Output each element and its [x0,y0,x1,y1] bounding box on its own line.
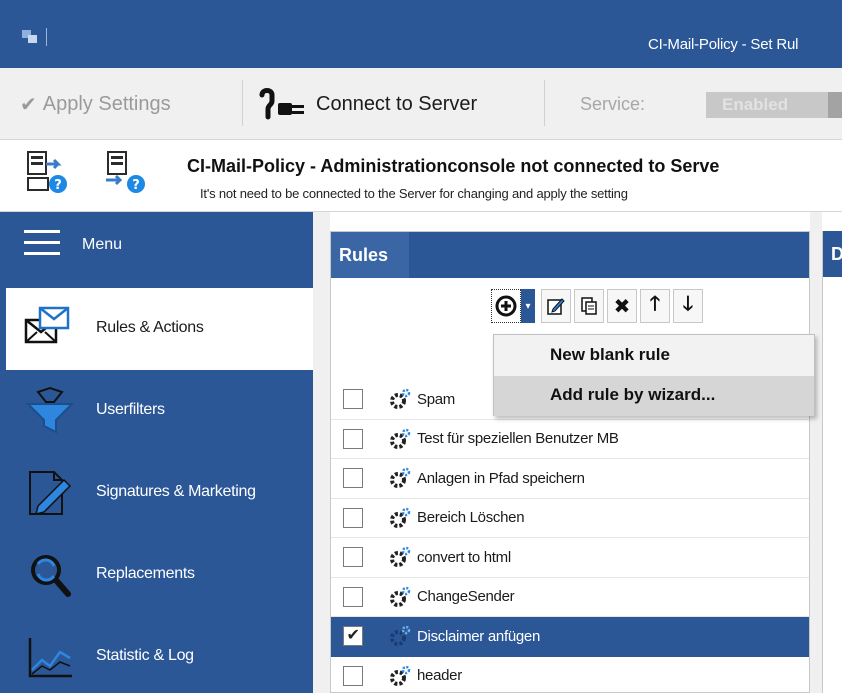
client-help-icon[interactable]: ? [102,150,146,194]
sidebar-item-label: Userfilters [96,401,165,418]
gear-icon [390,428,411,449]
sidebar-item-replacements[interactable]: Replacements [6,534,313,616]
svg-text:?: ? [54,178,62,193]
connect-to-server-button[interactable]: Connect to Server [258,88,477,120]
copy-rule-button[interactable] [574,289,604,323]
rule-name: Anlagen in Pfad speichern [417,469,585,487]
gear-icon [390,586,411,607]
rule-name: ChangeSender [417,588,515,606]
add-rule-dropdown-button[interactable]: ▾ [521,289,535,323]
sidebar-item-label: Replacements [96,565,195,582]
menu-item-add-rule-by-wizard[interactable]: Add rule by wizard... [494,376,814,416]
sidebar-item-label: Rules & Actions [96,319,204,336]
rule-checkbox[interactable] [343,428,363,449]
server-help-icon[interactable]: ? [24,150,68,194]
app-icon [22,30,37,43]
rule-row-anlagen[interactable]: Anlagen in Pfad speichern [331,459,809,499]
delete-rule-button[interactable]: ✖ [607,289,637,323]
rule-row-changesender[interactable]: ChangeSender [331,578,809,617]
toolbar-separator [242,80,243,126]
title-bar: CI-Mail-Policy - Set Rul [0,0,842,68]
signature-icon [29,471,72,516]
rule-row-bereich[interactable]: Bereich Löschen [331,499,809,538]
rule-checkbox[interactable] [343,586,363,607]
add-rule-dropdown-menu: New blank rule Add rule by wizard... [493,334,815,416]
gear-icon [390,547,411,568]
gear-icon [390,507,411,528]
rule-checkbox[interactable] [343,389,363,410]
window-title: CI-Mail-Policy - Set Rul [648,36,799,53]
rules-panel: Rules ▾ ✖ 🡑 🡓 Spam Test für speziellen B… [330,231,810,693]
rules-tab[interactable]: Rules [331,232,409,278]
sidebar-item-statistic-log[interactable]: Statistic & Log [6,616,313,693]
apply-settings-label: Apply Settings [42,92,171,115]
rule-checkbox[interactable] [343,665,363,686]
gear-icon [390,468,411,489]
edit-icon [547,298,565,315]
service-toggle-knob[interactable] [828,92,842,118]
apply-settings-button[interactable]: ✔ Apply Settings [20,92,171,116]
connection-status-subline: It's not need to be connected to the Ser… [200,186,628,201]
rule-checkbox-checked[interactable]: ✔ [343,626,363,647]
hamburger-icon [24,230,60,256]
sidebar-item-signatures-marketing[interactable]: Signatures & Marketing [6,452,313,534]
menu-toggle[interactable]: Menu [0,212,313,284]
panel-gutter [810,212,822,693]
title-separator [46,28,47,46]
details-panel-header: D [823,231,842,277]
rule-checkbox[interactable] [343,468,363,489]
plug-icon [259,88,304,120]
rule-name: Spam [417,390,455,408]
toolbar: ✔ Apply Settings Connect to Server Servi… [0,68,842,140]
gear-icon [390,665,411,686]
delete-icon: ✖ [613,295,631,318]
rule-name: header [417,667,462,685]
rule-name: convert to html [417,548,511,566]
toolbar-separator [544,80,545,126]
copy-icon [581,297,597,315]
sidebar: Menu Rules & Actions Userfilters Signatu… [0,212,313,693]
rule-name: Disclaimer anfügen [417,627,540,645]
menu-item-new-blank-rule[interactable]: New blank rule [494,336,814,376]
rule-row-test[interactable]: Test für speziellen Benutzer MB [331,420,809,459]
connection-info-bar: ? ? CI-Mail-Policy - Administrationconso… [0,140,842,212]
panel-gutter [313,212,330,693]
sidebar-item-label: Statistic & Log [96,647,194,664]
menu-label: Menu [82,236,123,253]
funnel-icon [25,386,75,434]
rule-checkbox[interactable] [343,547,363,568]
move-down-icon: 🡓 [682,293,694,315]
gear-icon [390,626,411,647]
edit-rule-button[interactable] [541,289,571,323]
move-rule-down-button[interactable]: 🡓 [673,289,703,323]
envelope-icon [24,306,70,344]
gear-icon [390,389,411,410]
connect-to-server-label: Connect to Server [316,92,478,115]
chart-icon [28,638,72,678]
rule-name: Bereich Löschen [417,509,525,527]
add-icon [495,295,517,317]
rule-row-header[interactable]: header [331,657,809,693]
rule-row-convert[interactable]: convert to html [331,538,809,578]
replace-search-icon [31,555,71,597]
rule-list: Spam Test für speziellen Benutzer MB Anl… [331,380,809,693]
rules-panel-header: Rules [331,232,809,278]
dropdown-arrow-icon: ▾ [525,300,531,312]
service-label: Service: [580,94,646,114]
rule-checkbox[interactable] [343,507,363,528]
move-up-icon: 🡑 [649,293,661,315]
details-panel: D [822,231,842,693]
svg-text:?: ? [132,178,140,193]
service-toggle[interactable]: Enabled [706,92,828,118]
sidebar-item-userfilters[interactable]: Userfilters [6,370,313,452]
rules-toolbar: ▾ ✖ 🡑 🡓 [491,289,706,325]
sidebar-item-label: Signatures & Marketing [96,483,256,500]
rule-row-disclaimer[interactable]: ✔ Disclaimer anfügen [331,617,809,657]
connection-status-headline: CI-Mail-Policy - Administrationconsole n… [187,156,720,176]
move-rule-up-button[interactable]: 🡑 [640,289,670,323]
rule-name: Test für speziellen Benutzer MB [417,430,619,448]
checkmark-icon: ✔ [20,93,37,116]
add-rule-button[interactable] [491,289,521,323]
sidebar-item-rules-actions[interactable]: Rules & Actions [6,288,313,370]
